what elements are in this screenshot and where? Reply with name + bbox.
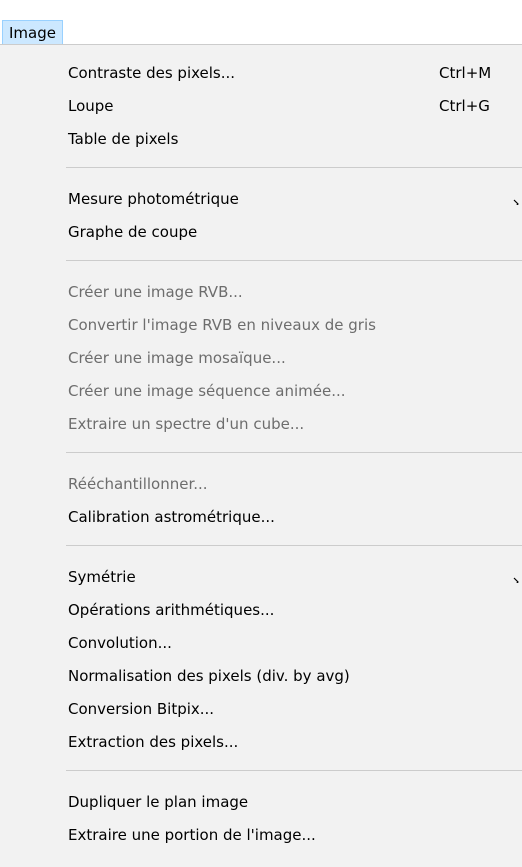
menu-item-label: Mesure photométrique bbox=[68, 190, 239, 208]
menu-item-label: Créer une image séquence animée... bbox=[68, 382, 346, 400]
menu-item-label: Graphe de coupe bbox=[68, 223, 198, 241]
menu-item-dupliquer-plan[interactable]: Dupliquer le plan image bbox=[0, 786, 522, 819]
menu-item-reechantillonner: Rééchantillonner... bbox=[0, 468, 522, 501]
menu-item-extraire-spectre: Extraire un spectre d'un cube... bbox=[0, 408, 522, 441]
menu-item-graphe-coupe[interactable]: Graphe de coupe bbox=[0, 216, 522, 249]
shortcut-label: Ctrl+G bbox=[439, 97, 490, 115]
menu-item-operations-arithmetiques[interactable]: Opérations arithmétiques... bbox=[0, 594, 522, 627]
chevron-right-icon bbox=[512, 195, 522, 205]
menu-bar: Image bbox=[0, 0, 522, 44]
menu-item-symetrie[interactable]: Symétrie bbox=[0, 561, 522, 594]
menu-separator bbox=[66, 770, 522, 771]
menu-item-conversion-bitpix[interactable]: Conversion Bitpix... bbox=[0, 693, 522, 726]
menu-item-label: Calibration astrométrique... bbox=[68, 508, 275, 526]
menu-item-calibration-astrometrique[interactable]: Calibration astrométrique... bbox=[0, 501, 522, 534]
menu-item-label: Extraire une portion de l'image... bbox=[68, 826, 316, 844]
menu-image[interactable]: Image bbox=[2, 20, 63, 44]
menu-separator bbox=[66, 260, 522, 261]
menu-item-label: Opérations arithmétiques... bbox=[68, 601, 275, 619]
menu-item-label: Loupe bbox=[68, 97, 114, 115]
menu-separator bbox=[66, 452, 522, 453]
menu-item-label: Extraction des pixels... bbox=[68, 733, 239, 751]
menu-item-label: Normalisation des pixels (div. by avg) bbox=[68, 667, 350, 685]
image-dropdown-menu: Contraste des pixels... Ctrl+M Loupe Ctr… bbox=[0, 44, 522, 867]
menu-item-convertir-rvb-gris: Convertir l'image RVB en niveaux de gris bbox=[0, 309, 522, 342]
menu-item-label: Dupliquer le plan image bbox=[68, 793, 249, 811]
menu-item-label: Contraste des pixels... bbox=[68, 64, 236, 82]
menu-item-label: Table de pixels bbox=[68, 130, 179, 148]
shortcut-label: Ctrl+M bbox=[439, 64, 492, 82]
menu-separator bbox=[66, 167, 522, 168]
menu-item-extraction-pixels[interactable]: Extraction des pixels... bbox=[0, 726, 522, 759]
menu-item-label: Créer une image RVB... bbox=[68, 283, 243, 301]
menu-item-convolution[interactable]: Convolution... bbox=[0, 627, 522, 660]
menu-item-label: Extraire un spectre d'un cube... bbox=[68, 415, 305, 433]
menu-item-creer-sequence-animee: Créer une image séquence animée... bbox=[0, 375, 522, 408]
menu-item-label: Convertir l'image RVB en niveaux de gris bbox=[68, 316, 376, 334]
menu-item-label: Créer une image mosaïque... bbox=[68, 349, 286, 367]
menu-item-label: Convolution... bbox=[68, 634, 172, 652]
menu-item-normalisation-pixels[interactable]: Normalisation des pixels (div. by avg) bbox=[0, 660, 522, 693]
menu-item-label: Rééchantillonner... bbox=[68, 475, 208, 493]
menu-item-creer-image-rvb: Créer une image RVB... bbox=[0, 276, 522, 309]
menu-item-table-pixels[interactable]: Table de pixels bbox=[0, 123, 522, 156]
menu-separator bbox=[66, 545, 522, 546]
menu-item-mesure-photometrique[interactable]: Mesure photométrique bbox=[0, 183, 522, 216]
menu-item-loupe[interactable]: Loupe Ctrl+G bbox=[0, 90, 522, 123]
menu-item-label: Symétrie bbox=[68, 568, 136, 586]
menu-item-label: Conversion Bitpix... bbox=[68, 700, 215, 718]
menu-item-extraire-portion[interactable]: Extraire une portion de l'image... bbox=[0, 819, 522, 852]
chevron-right-icon bbox=[512, 573, 522, 583]
menu-item-contraste-pixels[interactable]: Contraste des pixels... Ctrl+M bbox=[0, 57, 522, 90]
menu-item-creer-mosaique: Créer une image mosaïque... bbox=[0, 342, 522, 375]
